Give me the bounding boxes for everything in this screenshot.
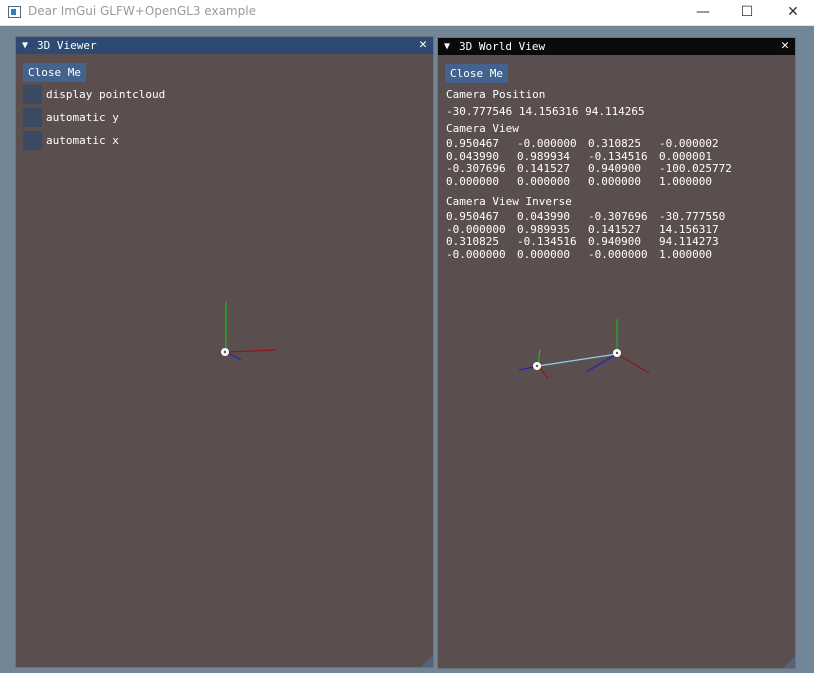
viewer-viewport[interactable] xyxy=(16,54,433,667)
world-title: 3D World View xyxy=(459,40,546,53)
camera-gizmo xyxy=(518,348,549,379)
world-origin-core xyxy=(615,351,619,355)
os-titlebar: Dear ImGui GLFW+OpenGL3 example — ☐ ✕ xyxy=(0,0,814,26)
window-title: Dear ImGui GLFW+OpenGL3 example xyxy=(28,4,256,18)
x-axis-line xyxy=(225,349,277,353)
world-viewport[interactable] xyxy=(438,55,795,668)
world-titlebar[interactable]: ▼ 3D World View ✕ xyxy=(438,38,795,55)
viewer-window: ▼ 3D Viewer ✕ Close Me display pointclou… xyxy=(15,36,434,668)
collapse-arrow-icon[interactable]: ▼ xyxy=(444,38,450,55)
viewer-title: 3D Viewer xyxy=(37,39,97,52)
maximize-button[interactable]: ☐ xyxy=(724,0,770,26)
world-window: ▼ 3D World View ✕ Close Me Camera Positi… xyxy=(437,37,796,669)
close-window-button[interactable]: ✕ xyxy=(770,0,814,26)
app-icon xyxy=(8,6,21,18)
resize-grip[interactable] xyxy=(421,655,433,667)
minimize-button[interactable]: — xyxy=(680,0,726,26)
viewer-titlebar[interactable]: ▼ 3D Viewer ✕ xyxy=(16,37,433,54)
collapse-arrow-icon[interactable]: ▼ xyxy=(22,37,28,54)
viewer-close-icon[interactable]: ✕ xyxy=(417,37,429,53)
camera-icon-core xyxy=(535,364,539,368)
resize-grip[interactable] xyxy=(783,656,795,668)
axis-gizmo xyxy=(221,301,277,361)
world-close-icon[interactable]: ✕ xyxy=(779,38,791,54)
camera-origin-core xyxy=(223,350,227,354)
camera-link-line xyxy=(537,353,618,367)
x-axis-line xyxy=(616,353,650,374)
world-origin-gizmo xyxy=(585,319,650,374)
